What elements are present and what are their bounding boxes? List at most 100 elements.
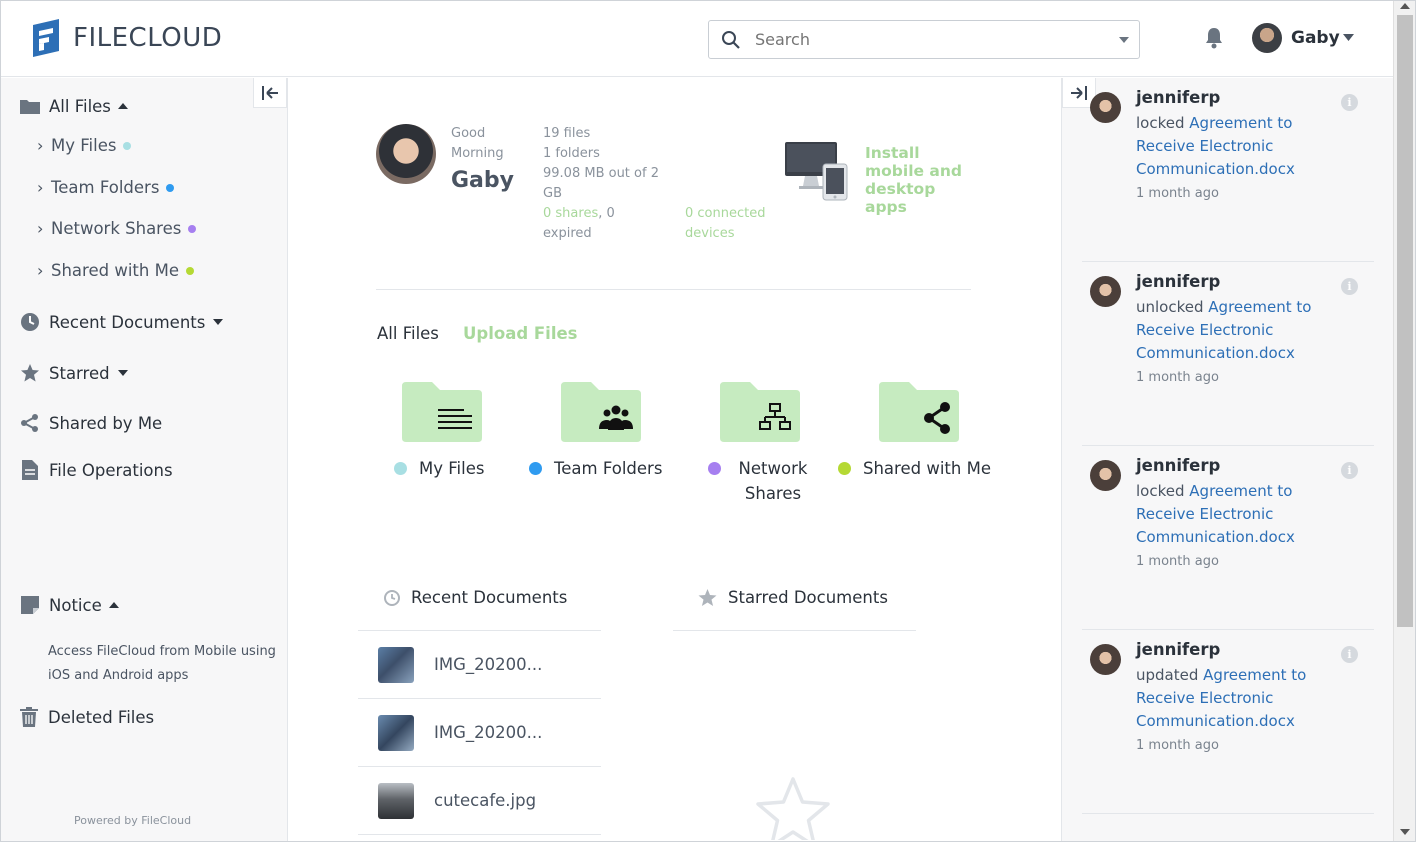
file-name: cutecafe.jpg	[434, 791, 537, 810]
expand-down-icon	[213, 319, 224, 325]
my-files-folder-icon[interactable]	[402, 382, 482, 442]
team-folders-folder-icon[interactable]	[561, 382, 641, 442]
collapse-sidebar-button[interactable]	[253, 78, 287, 108]
trash-icon	[19, 707, 39, 727]
network-shares-folder-icon[interactable]	[720, 382, 800, 442]
list-item[interactable]: IMG_20200...	[358, 631, 601, 699]
notice-text: Access FileCloud from Mobile using iOS a…	[48, 644, 276, 683]
install-apps-link[interactable]: Install mobile and desktop apps	[865, 144, 975, 216]
info-icon[interactable]: i	[1341, 278, 1358, 295]
filecloud-logo[interactable]: FILECLOUD	[29, 17, 222, 59]
sidebar-item-shared-with-me[interactable]: › Shared with Me	[37, 261, 194, 280]
sidebar-item-notice[interactable]: Notice	[20, 595, 119, 615]
activity-text: locked Agreement to Receive Electronic C…	[1136, 480, 1336, 549]
color-dot	[838, 462, 851, 475]
shared-with-me-folder-icon[interactable]	[879, 382, 959, 442]
activity-item[interactable]: jenniferp updated Agreement to Receive E…	[1082, 630, 1374, 814]
search-dropdown-icon[interactable]	[1119, 37, 1129, 43]
sidebar-item-starred[interactable]: Starred	[20, 363, 128, 383]
activity-item[interactable]: jenniferp locked Agreement to Receive El…	[1082, 78, 1374, 262]
activity-text: updated Agreement to Receive Electronic …	[1136, 664, 1336, 733]
activity-user[interactable]: jenniferp	[1136, 272, 1220, 291]
expand-up-icon	[117, 103, 128, 109]
sidebar-item-my-files[interactable]: › My Files	[37, 136, 132, 155]
avatar	[1090, 460, 1121, 491]
starred-documents-title: Starred Documents	[728, 588, 888, 607]
color-dot	[123, 141, 132, 150]
profile-avatar[interactable]	[376, 124, 436, 184]
color-dot	[188, 224, 197, 233]
recent-documents-heading: Recent Documents	[384, 588, 567, 607]
folder-name: Network Shares	[738, 459, 808, 503]
activity-item[interactable]: jenniferp unlocked Agreement to Receive …	[1082, 262, 1374, 446]
note-icon	[20, 595, 40, 615]
sidebar-item-network-shares[interactable]: › Network Shares	[37, 219, 197, 238]
color-dot	[185, 266, 194, 275]
avatar	[1090, 92, 1121, 123]
collapse-left-icon	[262, 85, 278, 100]
sidebar-item-recent-documents[interactable]: Recent Documents	[20, 312, 224, 332]
logo-wordmark: FILECLOUD	[73, 23, 223, 53]
activity-panel: jenniferp locked Agreement to Receive El…	[1061, 78, 1393, 841]
activity-item[interactable]: jenniferp locked Agreement to Receive El…	[1082, 446, 1374, 630]
color-dot	[529, 462, 542, 475]
folder-label-network-shares[interactable]: Network Shares	[708, 456, 818, 506]
info-icon[interactable]: i	[1341, 94, 1358, 111]
scroll-down-icon[interactable]	[1400, 829, 1410, 835]
folder-label-shared-with-me[interactable]: Shared with Me	[838, 456, 991, 481]
sidebar-label: Shared with Me	[51, 261, 179, 280]
color-dot	[394, 462, 407, 475]
sidebar-label-file-operations: File Operations	[49, 460, 173, 480]
folder-name: Shared with Me	[863, 459, 991, 478]
devices-icon[interactable]	[785, 142, 849, 202]
info-icon[interactable]: i	[1341, 646, 1358, 663]
recent-documents-title: Recent Documents	[411, 588, 568, 607]
activity-action: unlocked	[1136, 298, 1204, 316]
tab-all-files[interactable]: All Files	[377, 324, 439, 343]
shares-link[interactable]: 0 shares	[543, 206, 598, 221]
sidebar-item-file-operations[interactable]: File Operations	[20, 460, 173, 480]
activity-user[interactable]: jenniferp	[1136, 456, 1220, 475]
account-stats: 19 files 1 folders 99.08 MB out of 2 GB …	[543, 124, 663, 244]
list-item[interactable]: cutecafe.jpg	[358, 767, 601, 835]
sidebar-item-team-folders[interactable]: › Team Folders	[37, 178, 175, 197]
sidebar-item-deleted-files[interactable]: Deleted Files	[19, 707, 154, 727]
sidebar-label-all-files: All Files	[49, 96, 111, 116]
user-avatar[interactable]	[1252, 23, 1282, 53]
activity-time: 1 month ago	[1136, 738, 1219, 753]
chevron-right-icon: ›	[37, 136, 44, 155]
file-thumbnail	[378, 782, 414, 819]
sidebar-item-all-files[interactable]: All Files	[20, 96, 128, 116]
sidebar-label-recent: Recent Documents	[49, 312, 206, 332]
chevron-right-icon: ›	[37, 261, 44, 280]
starred-documents-heading: Starred Documents	[698, 588, 888, 607]
storage-usage: 99.08 MB out of 2 GB	[543, 166, 659, 201]
list-item[interactable]: IMG_20200...	[358, 699, 601, 767]
color-dot	[708, 462, 721, 475]
sidebar-label-deleted-files: Deleted Files	[48, 707, 155, 727]
user-name[interactable]: Gaby	[1291, 28, 1340, 48]
activity-user[interactable]: jenniferp	[1136, 640, 1220, 659]
notification-bell-icon[interactable]	[1204, 27, 1224, 49]
activity-user[interactable]: jenniferp	[1136, 88, 1220, 107]
info-icon[interactable]: i	[1341, 462, 1358, 479]
user-menu-caret-icon[interactable]	[1343, 34, 1354, 41]
upload-files-link[interactable]: Upload Files	[463, 324, 578, 343]
clock-icon	[20, 312, 40, 332]
scrollbar-thumb[interactable]	[1397, 15, 1413, 627]
folder-label-team-folders[interactable]: Team Folders	[529, 456, 662, 481]
sidebar-label: Network Shares	[51, 219, 182, 238]
scroll-up-icon[interactable]	[1400, 3, 1410, 9]
sidebar-label-starred: Starred	[49, 363, 110, 383]
sidebar-item-shared-by-me[interactable]: Shared by Me	[20, 413, 162, 433]
page-scrollbar[interactable]	[1393, 1, 1415, 841]
activity-time: 1 month ago	[1136, 186, 1219, 201]
expand-down-icon	[117, 370, 128, 376]
folder-label-my-files[interactable]: My Files	[394, 456, 484, 481]
search-input[interactable]	[755, 30, 1095, 49]
search-box[interactable]	[708, 20, 1140, 59]
connected-devices-link[interactable]: 0 connected devices	[685, 204, 775, 244]
files-count: 19 files	[543, 126, 591, 141]
color-dot	[166, 183, 175, 192]
star-icon	[698, 588, 717, 606]
